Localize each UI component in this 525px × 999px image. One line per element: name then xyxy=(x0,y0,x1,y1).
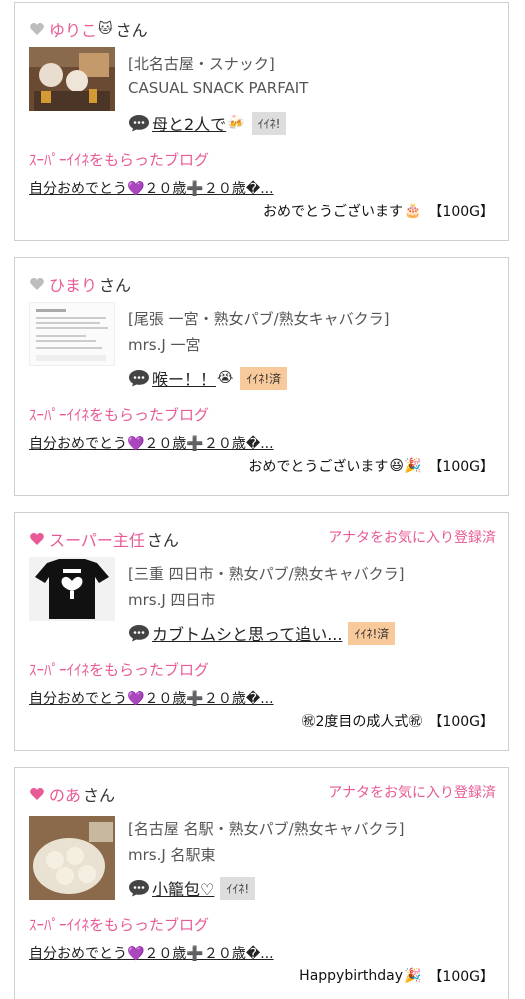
honorific: さん xyxy=(99,276,132,295)
heart-icon[interactable] xyxy=(29,21,45,37)
party-popper-icon: 🎉 xyxy=(403,968,422,984)
gift-message: Happybirthday 🎉 【100G】 xyxy=(299,966,494,986)
super-like-label: ｽｰﾊﾟｰｲｲﾈをもらったブログ xyxy=(29,661,210,679)
comment-link[interactable]: カブトムシと思って追い... xyxy=(152,621,342,645)
shop-name[interactable]: mrs.J 名駅東 xyxy=(128,844,216,865)
points-badge: 【100G】 xyxy=(428,714,494,730)
cake-emoji-icon: 🎂 xyxy=(403,203,422,219)
honorific: さん xyxy=(115,21,148,40)
comment-row: 母と2人で 🍻 ｲｲﾈ! xyxy=(128,111,287,135)
favorited-label: アナタをお気に入り登録済 xyxy=(328,785,496,801)
comment-link[interactable]: 喉ー！！ xyxy=(152,366,216,390)
crying-face-icon: 😭 xyxy=(217,370,234,386)
shop-thumbnail[interactable] xyxy=(29,302,115,366)
honorific: さん xyxy=(146,531,179,550)
shop-area[interactable]: [名古屋 名駅・熟女パブ/熟女キャバクラ] xyxy=(128,818,405,839)
message-text: おめでとうございます xyxy=(248,459,389,475)
message-text: ㊗2度目の成人式㊗ xyxy=(301,714,423,730)
message-text: おめでとうございます xyxy=(262,204,403,220)
user-header: ひまり さん xyxy=(29,272,131,296)
user-header: スーパー主任 さん xyxy=(29,527,179,551)
super-like-label: ｽｰﾊﾟｰｲｲﾈをもらったブログ xyxy=(29,916,210,934)
heart-icon[interactable] xyxy=(29,531,45,547)
user-name[interactable]: ひまり xyxy=(49,272,97,296)
comment-row: 喉ー！！ 😭 ｲｲﾈ!済 xyxy=(128,366,288,390)
blog-link[interactable]: 自分おめでとう💜２０歳➕２０歳�... xyxy=(29,178,274,198)
like-button[interactable]: ｲｲﾈ! xyxy=(251,111,287,135)
gift-message: おめでとうございます 😆🎉 【100G】 xyxy=(248,456,494,476)
shop-name[interactable]: mrs.J 一宮 xyxy=(128,334,201,355)
comment-link[interactable]: 母と2人で xyxy=(152,111,226,135)
shop-area[interactable]: [尾張 一宮・熟女パブ/熟女キャバクラ] xyxy=(128,308,390,329)
post-card: ゆりこ 🐱 さん [北名古屋・スナック] CASUAL SNACK PARFAI… xyxy=(14,2,509,241)
post-card: ひまり さん [尾張 一宮・熟女パブ/熟女キャバクラ] mrs.J 一宮 喉ー！… xyxy=(14,257,509,496)
beer-emoji-icon: 🍻 xyxy=(227,115,245,131)
shop-thumbnail[interactable] xyxy=(29,557,115,621)
user-name[interactable]: ゆりこ xyxy=(49,17,97,41)
user-header: のあ さん xyxy=(29,782,115,806)
post-card: スーパー主任 さん アナタをお気に入り登録済 [三重 四日市・熟女パブ/熟女キャ… xyxy=(14,512,509,751)
blog-link[interactable]: 自分おめでとう💜２０歳➕２０歳�... xyxy=(29,433,274,453)
comment-row: 小籠包♡ ｲｲﾈ! xyxy=(128,876,256,900)
points-badge: 【100G】 xyxy=(428,204,494,220)
shop-thumbnail[interactable] xyxy=(29,47,115,111)
favorited-label: アナタをお気に入り登録済 xyxy=(328,530,496,546)
super-like-label: ｽｰﾊﾟｰｲｲﾈをもらったブログ xyxy=(29,151,210,169)
comment-row: カブトムシと思って追い... ｲｲﾈ!済 xyxy=(128,621,396,645)
user-name[interactable]: スーパー主任 xyxy=(49,527,145,551)
post-card: のあ さん アナタをお気に入り登録済 [名古屋 名駅・熟女パブ/熟女キャバクラ]… xyxy=(14,767,509,999)
shop-area[interactable]: [北名古屋・スナック] xyxy=(128,53,275,74)
like-button-done[interactable]: ｲｲﾈ!済 xyxy=(240,366,288,390)
shop-name[interactable]: mrs.J 四日市 xyxy=(128,589,216,610)
points-badge: 【100G】 xyxy=(428,459,494,475)
comment-link[interactable]: 小籠包♡ xyxy=(152,876,214,900)
heart-icon[interactable] xyxy=(29,786,45,802)
speech-bubble-icon xyxy=(129,370,149,387)
user-name[interactable]: のあ xyxy=(49,782,81,806)
cat-emoji-icon: 🐱 xyxy=(98,21,113,37)
gift-message: ㊗2度目の成人式㊗ 【100G】 xyxy=(302,711,495,731)
party-popper-icon: 😆🎉 xyxy=(389,458,422,474)
honorific: さん xyxy=(83,786,116,805)
gift-message: おめでとうございます 🎂 【100G】 xyxy=(263,201,494,221)
user-header: ゆりこ 🐱 さん xyxy=(29,17,148,41)
shop-area[interactable]: [三重 四日市・熟女パブ/熟女キャバクラ] xyxy=(128,563,405,584)
heart-icon[interactable] xyxy=(29,276,45,292)
speech-bubble-icon xyxy=(129,880,149,897)
message-text: Happybirthday xyxy=(299,968,403,984)
blog-link[interactable]: 自分おめでとう💜２０歳➕２０歳�... xyxy=(29,688,274,708)
speech-bubble-icon xyxy=(129,625,149,642)
shop-thumbnail[interactable] xyxy=(29,816,115,900)
like-button[interactable]: ｲｲﾈ! xyxy=(220,876,256,900)
speech-bubble-icon xyxy=(129,115,149,132)
shop-name[interactable]: CASUAL SNACK PARFAIT xyxy=(128,79,308,97)
points-badge: 【100G】 xyxy=(428,969,494,985)
like-button-done[interactable]: ｲｲﾈ!済 xyxy=(348,621,396,645)
blog-link[interactable]: 自分おめでとう💜２０歳➕２０歳�... xyxy=(29,943,274,963)
super-like-label: ｽｰﾊﾟｰｲｲﾈをもらったブログ xyxy=(29,406,210,424)
